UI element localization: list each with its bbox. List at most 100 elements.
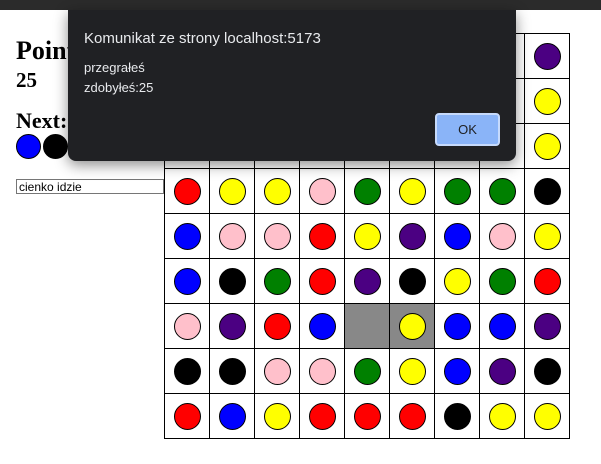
- board-cell[interactable]: [480, 259, 525, 304]
- ball[interactable]: [263, 312, 291, 340]
- ball[interactable]: [488, 177, 516, 205]
- board-cell[interactable]: [345, 259, 390, 304]
- board-cell[interactable]: [525, 304, 570, 349]
- board-cell[interactable]: [255, 304, 300, 349]
- board-cell[interactable]: [435, 259, 480, 304]
- board-cell[interactable]: [525, 34, 570, 79]
- ball[interactable]: [488, 357, 516, 385]
- board-cell[interactable]: [345, 214, 390, 259]
- ball[interactable]: [353, 267, 381, 295]
- ball[interactable]: [533, 222, 561, 250]
- ball[interactable]: [218, 357, 246, 385]
- ball[interactable]: [308, 402, 336, 430]
- board-cell[interactable]: [345, 304, 390, 349]
- ball[interactable]: [173, 312, 201, 340]
- board-cell[interactable]: [525, 124, 570, 169]
- ball[interactable]: [263, 267, 291, 295]
- ball[interactable]: [398, 222, 426, 250]
- board-cell[interactable]: [300, 214, 345, 259]
- board-cell[interactable]: [435, 214, 480, 259]
- board-cell[interactable]: [255, 349, 300, 394]
- ball[interactable]: [263, 402, 291, 430]
- board-cell[interactable]: [435, 394, 480, 439]
- board-cell[interactable]: [390, 394, 435, 439]
- board-cell[interactable]: [300, 169, 345, 214]
- ball[interactable]: [533, 402, 561, 430]
- board-cell[interactable]: [165, 214, 210, 259]
- ball[interactable]: [353, 357, 381, 385]
- board-cell[interactable]: [300, 394, 345, 439]
- board-cell[interactable]: [480, 394, 525, 439]
- ball[interactable]: [488, 312, 516, 340]
- ball[interactable]: [353, 222, 381, 250]
- ball[interactable]: [218, 222, 246, 250]
- ball[interactable]: [263, 222, 291, 250]
- board-cell[interactable]: [525, 79, 570, 124]
- ball[interactable]: [398, 402, 426, 430]
- ball[interactable]: [308, 177, 336, 205]
- board-cell[interactable]: [165, 394, 210, 439]
- ball[interactable]: [533, 87, 561, 115]
- board-cell[interactable]: [165, 304, 210, 349]
- ball[interactable]: [533, 357, 561, 385]
- board-cell[interactable]: [210, 304, 255, 349]
- board-cell[interactable]: [390, 259, 435, 304]
- board-cell[interactable]: [210, 349, 255, 394]
- board-cell[interactable]: [210, 259, 255, 304]
- board-cell[interactable]: [255, 169, 300, 214]
- ball[interactable]: [353, 177, 381, 205]
- ball[interactable]: [308, 357, 336, 385]
- ball[interactable]: [488, 402, 516, 430]
- ball[interactable]: [443, 402, 471, 430]
- ball[interactable]: [533, 312, 561, 340]
- board-cell[interactable]: [300, 349, 345, 394]
- ball[interactable]: [218, 402, 246, 430]
- board-cell[interactable]: [345, 349, 390, 394]
- ball[interactable]: [173, 267, 201, 295]
- board-cell[interactable]: [480, 214, 525, 259]
- board-cell[interactable]: [480, 304, 525, 349]
- ball[interactable]: [398, 357, 426, 385]
- ball[interactable]: [263, 177, 291, 205]
- board-cell[interactable]: [390, 214, 435, 259]
- ball[interactable]: [488, 222, 516, 250]
- board-cell[interactable]: [210, 394, 255, 439]
- ball[interactable]: [398, 312, 426, 340]
- ball[interactable]: [533, 267, 561, 295]
- board-cell[interactable]: [210, 214, 255, 259]
- ball[interactable]: [218, 267, 246, 295]
- ball[interactable]: [218, 177, 246, 205]
- board-cell[interactable]: [165, 349, 210, 394]
- ball[interactable]: [218, 312, 246, 340]
- board-cell[interactable]: [165, 169, 210, 214]
- ball[interactable]: [533, 132, 561, 160]
- status-input[interactable]: [16, 179, 164, 194]
- ball[interactable]: [173, 402, 201, 430]
- ball[interactable]: [443, 177, 471, 205]
- ball[interactable]: [533, 42, 561, 70]
- board-cell[interactable]: [435, 349, 480, 394]
- board-cell[interactable]: [210, 169, 255, 214]
- ball[interactable]: [308, 222, 336, 250]
- ball[interactable]: [173, 177, 201, 205]
- ball[interactable]: [443, 267, 471, 295]
- ball[interactable]: [263, 357, 291, 385]
- board-cell[interactable]: [525, 169, 570, 214]
- ball[interactable]: [173, 222, 201, 250]
- board-cell[interactable]: [255, 394, 300, 439]
- board-cell[interactable]: [480, 169, 525, 214]
- board-cell[interactable]: [255, 259, 300, 304]
- board-cell[interactable]: [480, 349, 525, 394]
- ball[interactable]: [443, 312, 471, 340]
- ok-button[interactable]: OK: [435, 113, 500, 146]
- ball[interactable]: [353, 402, 381, 430]
- board-cell[interactable]: [525, 214, 570, 259]
- board-cell[interactable]: [300, 259, 345, 304]
- board-cell[interactable]: [345, 394, 390, 439]
- ball[interactable]: [443, 357, 471, 385]
- board-cell[interactable]: [390, 349, 435, 394]
- ball[interactable]: [533, 177, 561, 205]
- board-cell[interactable]: [435, 304, 480, 349]
- board-cell[interactable]: [300, 304, 345, 349]
- ball[interactable]: [308, 267, 336, 295]
